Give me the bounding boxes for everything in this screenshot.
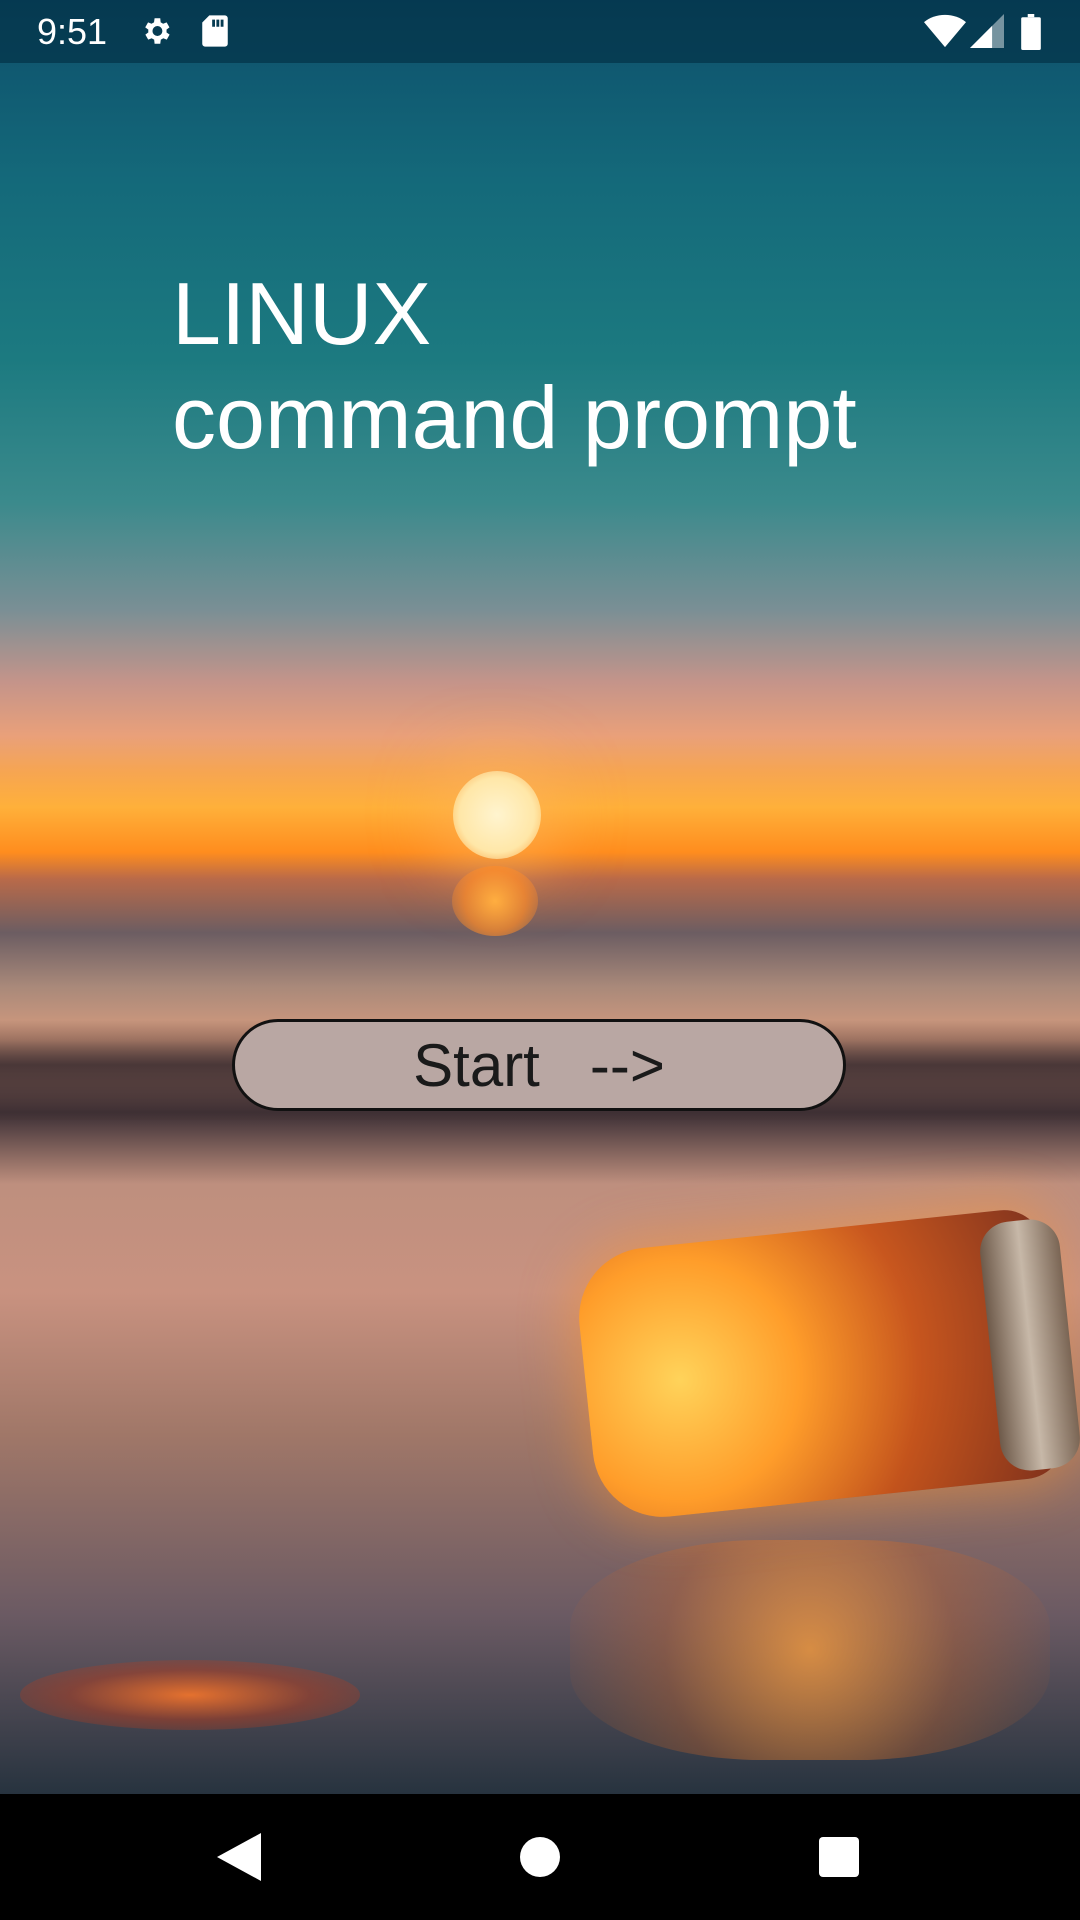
sun-graphic (453, 771, 541, 859)
sd-card-icon (200, 14, 230, 48)
title-line-command-prompt: command prompt (172, 368, 857, 467)
screen: 9:51 LINUX command prompt Start --> (0, 0, 1080, 1920)
battery-icon (1021, 14, 1041, 50)
start-button[interactable]: Start --> (232, 1019, 846, 1111)
navigation-bar (0, 1794, 1080, 1920)
back-icon[interactable] (206, 1824, 272, 1890)
sun-reflection-graphic (452, 866, 538, 936)
status-time: 9:51 (37, 11, 108, 52)
ember-graphic (20, 1660, 360, 1730)
jar-reflection-graphic (570, 1540, 1050, 1760)
wifi-icon (924, 14, 966, 48)
gear-icon (139, 14, 173, 48)
cell-signal-icon (970, 14, 1004, 48)
title-line-linux: LINUX (172, 264, 432, 363)
status-bar: 9:51 (0, 0, 1080, 63)
recents-icon[interactable] (806, 1824, 872, 1890)
home-icon[interactable] (507, 1824, 573, 1890)
app-title: LINUX command prompt (172, 262, 857, 470)
